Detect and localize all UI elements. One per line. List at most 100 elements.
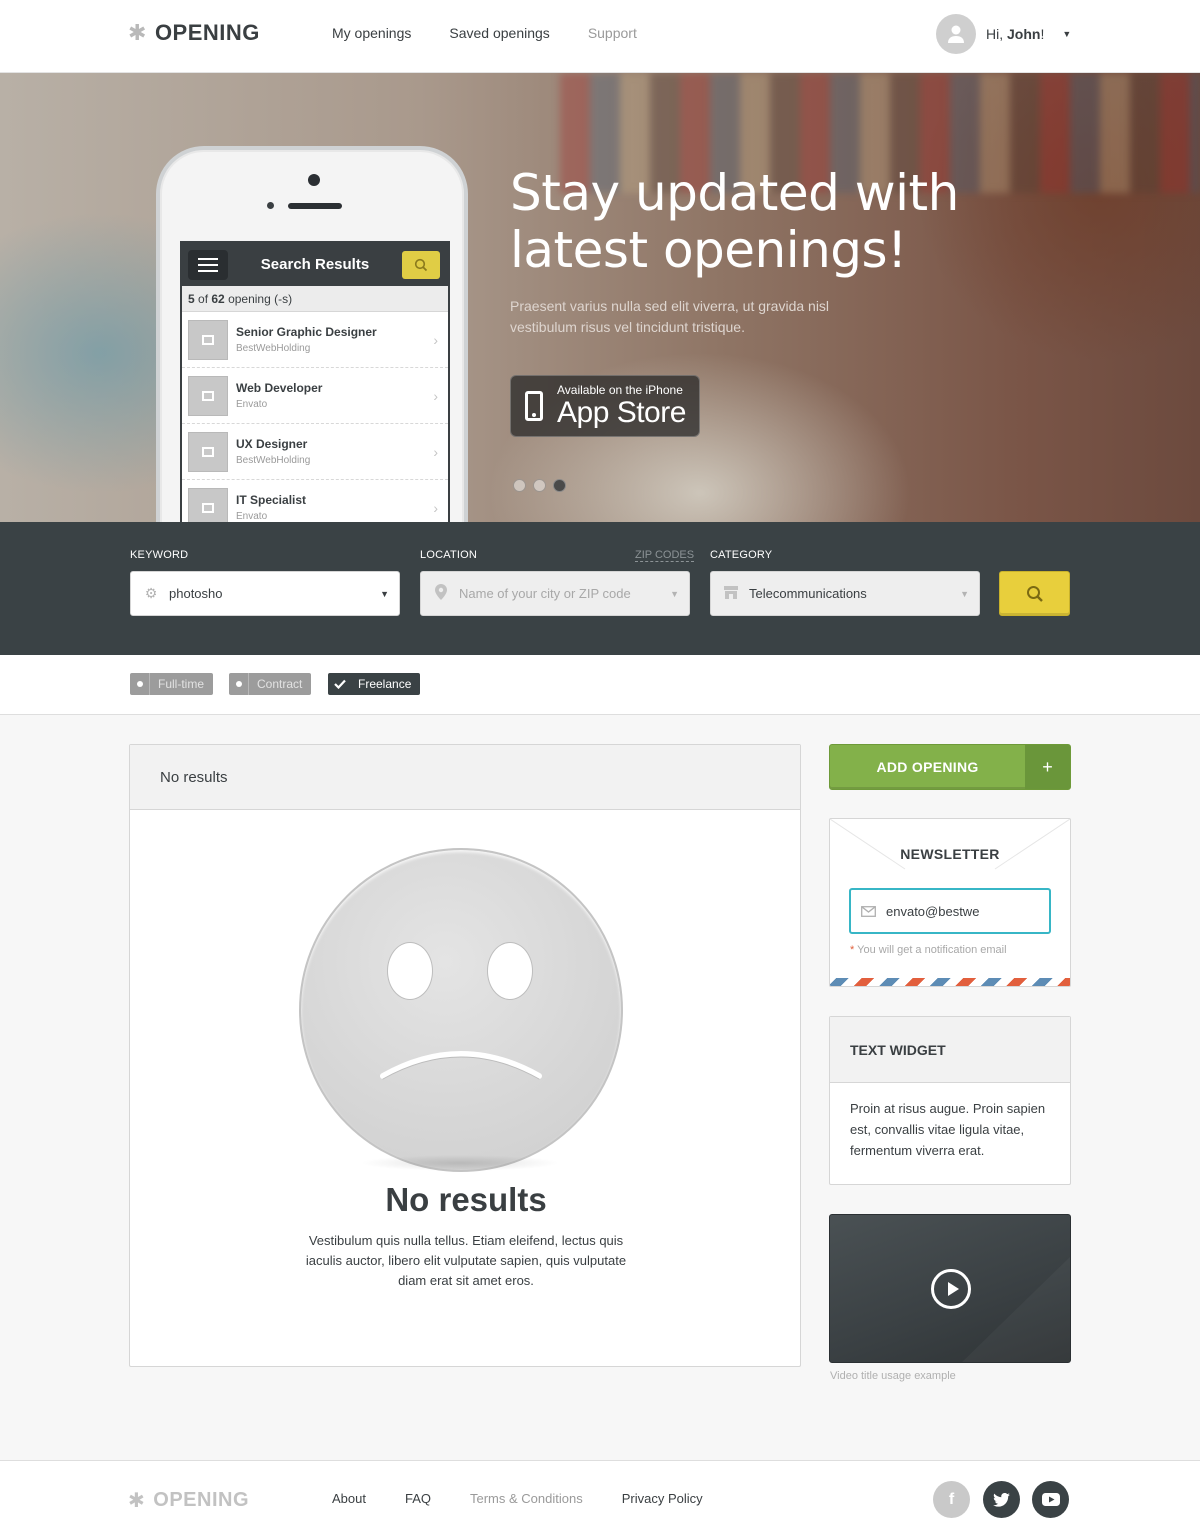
chevron-right-icon: ›	[433, 500, 438, 516]
video-player[interactable]	[829, 1214, 1071, 1363]
nav-support[interactable]: Support	[588, 25, 637, 41]
filter-full-time[interactable]: Full-time	[130, 673, 214, 695]
logo-text: OPENING	[154, 20, 260, 45]
nav-saved-openings[interactable]: Saved openings	[449, 25, 549, 41]
result-title: UX Designer	[236, 437, 308, 451]
avatar[interactable]	[936, 14, 976, 54]
gear-icon: ⚙	[144, 585, 158, 601]
youtube-icon[interactable]	[1032, 1481, 1069, 1518]
category-value: Telecommunications	[749, 586, 867, 601]
list-item: Web Developer Envato ›	[182, 368, 448, 424]
text-widget-title: TEXT WIDGET	[830, 1017, 1070, 1083]
text-widget-body: Proin at risus augue. Proin sapien est, …	[850, 1101, 1046, 1158]
radio-dot-icon	[130, 673, 150, 695]
image-placeholder-icon	[188, 319, 228, 360]
phone-speaker	[288, 203, 342, 209]
store-icon	[723, 585, 739, 602]
footer-link-about[interactable]: About	[332, 1491, 366, 1506]
user-greeting: Hi, John!	[986, 26, 1045, 42]
search-icon	[402, 250, 440, 279]
chevron-down-icon[interactable]: ▼	[380, 589, 389, 599]
footer-link-terms[interactable]: Terms & Conditions	[470, 1491, 583, 1506]
newsletter-email-value: envato@bestwe	[886, 903, 980, 919]
results-panel: No results No results Vestibulum quis nu…	[129, 744, 801, 1367]
sad-face-eye	[487, 942, 533, 1000]
category-select[interactable]: Telecommunications ▼	[710, 571, 980, 616]
top-header: ✱ OPENING My openings Saved openings Sup…	[0, 0, 1200, 73]
no-results-text: Vestibulum quis nulla tellus. Etiam elei…	[305, 1233, 627, 1288]
user-name: John	[1007, 26, 1041, 42]
plus-icon: +	[1025, 745, 1070, 789]
hero-title: Stay updated with latest openings!	[510, 164, 959, 279]
phone-screen-title: Search Results	[260, 256, 370, 273]
location-input[interactable]: Name of your city or ZIP code ▼	[420, 571, 690, 616]
asterisk-icon: ✱	[128, 1490, 146, 1512]
phone-screen: Search Results 5 of 62 opening (-s) Seni…	[180, 241, 450, 522]
location-placeholder: Name of your city or ZIP code	[459, 586, 631, 601]
footer-link-faq[interactable]: FAQ	[405, 1491, 431, 1506]
slider-dots	[513, 479, 566, 492]
chevron-right-icon: ›	[433, 388, 438, 404]
search-button[interactable]	[999, 571, 1070, 616]
result-title: Web Developer	[236, 381, 323, 395]
app-store-small-text: Available on the iPhone	[557, 382, 683, 397]
envelope-icon	[861, 905, 876, 917]
airmail-stripes	[830, 978, 1070, 986]
user-icon	[948, 25, 964, 43]
asterisk-icon: ✱	[128, 20, 147, 45]
result-title: IT Specialist	[236, 493, 307, 507]
footer-links: About FAQ Terms & Conditions Privacy Pol…	[332, 1491, 703, 1506]
footer-logo[interactable]: ✱ OPENING	[128, 1488, 249, 1513]
newsletter-note: * You will get a notification email	[850, 944, 1007, 956]
add-opening-button[interactable]: ADD OPENING +	[829, 744, 1071, 790]
filter-label: Contract	[257, 677, 303, 691]
zip-codes-link[interactable]: ZIP CODES	[635, 549, 695, 562]
checkmark-icon	[330, 673, 350, 695]
nav-my-openings[interactable]: My openings	[332, 25, 411, 41]
add-opening-label: ADD OPENING	[876, 759, 979, 775]
footer-logo-text: OPENING	[153, 1489, 250, 1511]
facebook-icon[interactable]: f	[933, 1481, 970, 1518]
results-header: No results	[130, 745, 800, 810]
slider-dot-3[interactable]	[553, 479, 566, 492]
keyword-input[interactable]: ⚙ photosho ▼	[130, 571, 400, 616]
filter-label: Freelance	[358, 677, 412, 691]
play-icon[interactable]	[931, 1269, 971, 1309]
slider-dot-2[interactable]	[533, 479, 546, 492]
keyword-value: photosho	[169, 586, 223, 601]
newsletter-email-input[interactable]: envato@bestwe	[849, 888, 1051, 934]
hero-banner: Stay updated with latest openings! Praes…	[0, 73, 1200, 522]
result-company: BestWebHolding	[236, 343, 311, 354]
keyword-label: KEYWORD	[130, 549, 189, 561]
twitter-icon[interactable]	[983, 1481, 1020, 1518]
chevron-down-icon[interactable]: ▼	[670, 589, 679, 599]
list-item: UX Designer BestWebHolding ›	[182, 424, 448, 480]
location-label: LOCATION	[420, 549, 478, 561]
phone-sensor	[267, 202, 274, 209]
result-company: Envato	[236, 511, 268, 522]
iphone-icon	[525, 391, 543, 421]
chevron-right-icon: ›	[433, 444, 438, 460]
logo[interactable]: ✱ OPENING	[128, 20, 260, 46]
video-caption: Video title usage example	[830, 1370, 956, 1382]
slider-dot-1[interactable]	[513, 479, 526, 492]
user-menu[interactable]: Hi, John! ▼	[936, 14, 1071, 54]
sad-face-mouth	[380, 1051, 542, 1080]
map-pin-icon	[433, 584, 449, 603]
footer-link-privacy[interactable]: Privacy Policy	[622, 1491, 703, 1506]
phone-camera	[308, 174, 320, 186]
filter-freelance[interactable]: Freelance	[328, 673, 421, 695]
phone-result-count: 5 of 62 opening (-s)	[182, 286, 448, 312]
hamburger-menu-icon	[188, 249, 228, 280]
result-title: Senior Graphic Designer	[236, 325, 377, 339]
sad-face-icon	[299, 848, 623, 1172]
iphone-mockup: Search Results 5 of 62 opening (-s) Seni…	[156, 146, 468, 522]
newsletter-title: NEWSLETTER	[900, 846, 1000, 862]
filter-label: Full-time	[158, 677, 205, 691]
chevron-down-icon[interactable]: ▼	[960, 589, 969, 599]
phone-screen-header: Search Results	[182, 243, 448, 286]
hero-subtitle: Praesent varius nulla sed elit viverra, …	[510, 298, 830, 335]
filter-contract[interactable]: Contract	[229, 673, 312, 695]
chevron-down-icon[interactable]: ▼	[1062, 29, 1071, 39]
app-store-button[interactable]: Available on the iPhone App Store	[510, 375, 700, 437]
